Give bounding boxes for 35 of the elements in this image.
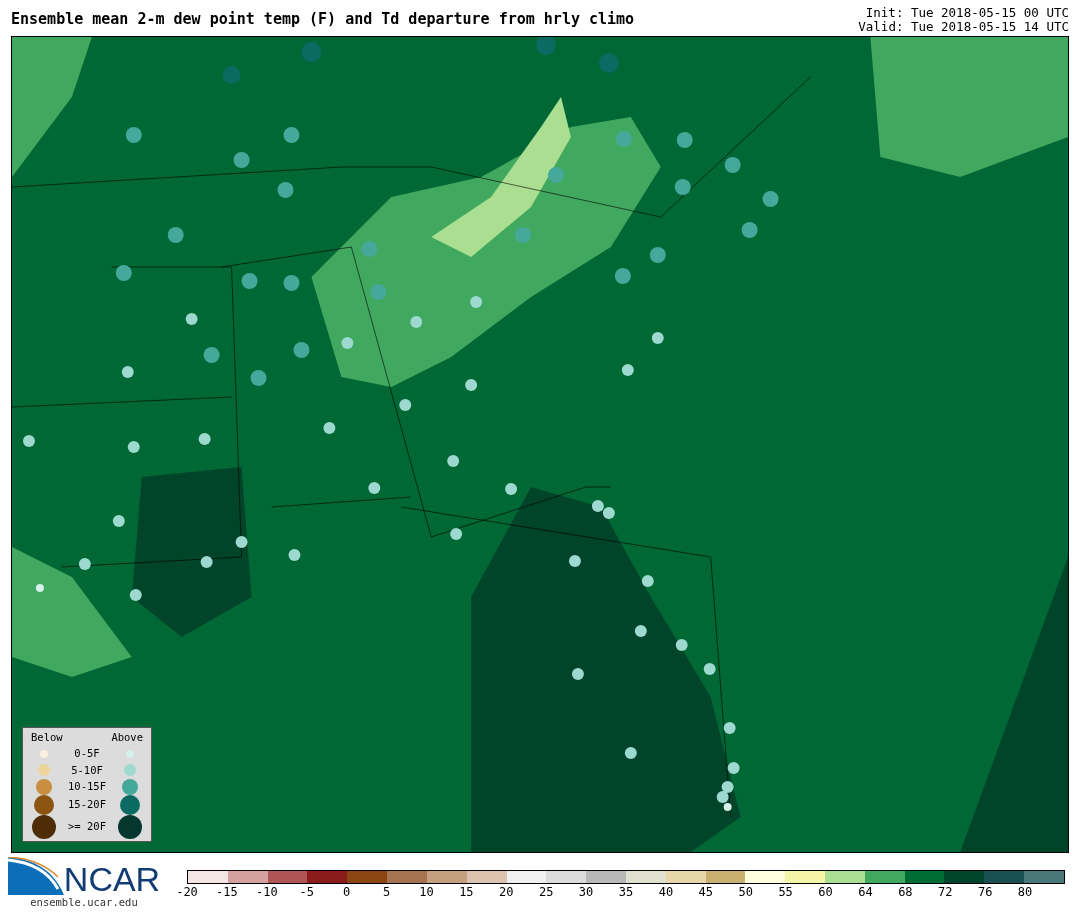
colorbar-tick-label: 80 xyxy=(1017,886,1033,898)
colorbar-tick-label: 0 xyxy=(343,886,351,898)
colorbar-tick-label: -5 xyxy=(299,886,314,898)
init-time: Init: Tue 2018-05-15 00 UTC xyxy=(865,6,1069,20)
logo-icon xyxy=(7,857,64,895)
legend-heading: Below xyxy=(31,730,63,745)
colorbar-tick-label: 64 xyxy=(858,886,873,898)
legend-label: 15-20F xyxy=(67,797,107,813)
colorbar-tick-label: 20 xyxy=(499,886,514,898)
colorbar-tick-label: 25 xyxy=(538,886,554,898)
colorbar-tick-label: -20 xyxy=(176,886,198,898)
colorbar-tick-label: 60 xyxy=(818,886,833,898)
colorbar-tick-label: 72 xyxy=(938,886,953,898)
legend-heading: Above xyxy=(111,730,143,745)
colorbar-tick-label: 10 xyxy=(419,886,434,898)
colorbar-tick-label: 40 xyxy=(658,886,674,898)
colorbar-tick-label: 76 xyxy=(977,886,993,898)
colorbar-tick-label: 68 xyxy=(898,886,913,898)
colorbar-tick-label: 45 xyxy=(698,886,714,898)
colorbar-tick-label: 30 xyxy=(578,886,594,898)
legend-label: 10-15F xyxy=(67,778,107,794)
colorbar-tick-label: -10 xyxy=(255,886,278,898)
colorbar-tick-label: 50 xyxy=(738,886,753,898)
colorbar-tick-label: -15 xyxy=(216,886,238,898)
legend-label: 5-10F xyxy=(70,762,104,778)
colorbar-tick-label: 55 xyxy=(778,886,793,898)
legend-label: 0-5F xyxy=(73,746,101,762)
colorbar-tick-label: 5 xyxy=(382,886,391,898)
logo-text: NCAR xyxy=(63,863,161,895)
legend-label: >= 20F xyxy=(67,819,107,835)
colorbar-tick-label: 35 xyxy=(618,886,634,898)
website-url: ensemble.ucar.edu xyxy=(30,895,138,910)
colorbar-tick-label: 15 xyxy=(459,886,474,898)
valid-time: Valid: Tue 2018-05-15 14 UTC xyxy=(858,20,1069,34)
map-title: Ensemble mean 2-m dew point temp (F) and Td departure from hrly climo xyxy=(11,12,635,27)
